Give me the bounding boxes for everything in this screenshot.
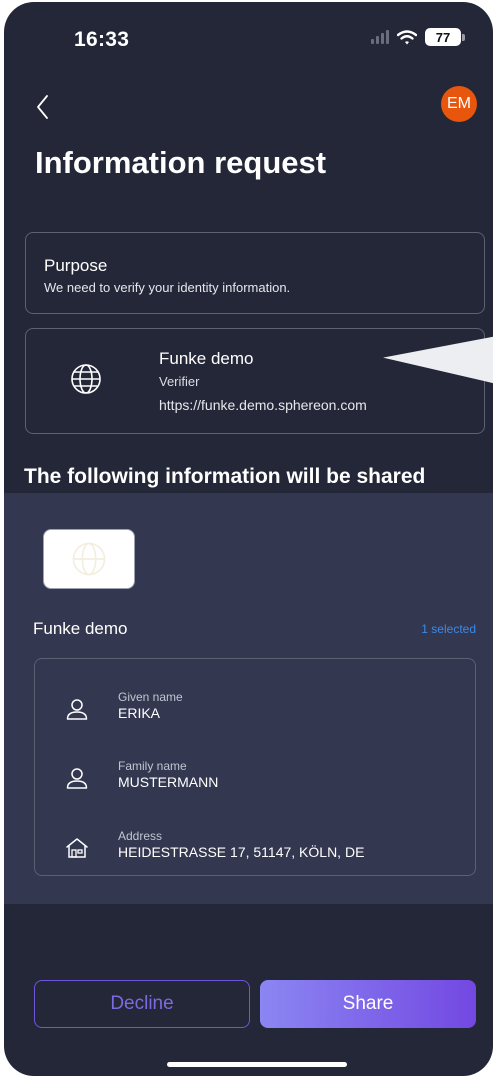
purpose-text: We need to verify your identity informat… xyxy=(44,280,291,295)
cellular-signal-icon xyxy=(371,30,389,44)
shared-panel: Funke demo 1 selected Given name ERIKA F… xyxy=(4,493,493,904)
purpose-card: Purpose We need to verify your identity … xyxy=(25,232,485,314)
verifier-card: Funke demo Verifier https://funke.demo.s… xyxy=(25,328,485,434)
verifier-name: Funke demo xyxy=(159,349,254,368)
claim-value: ERIKA xyxy=(118,705,161,721)
decline-button[interactable]: Decline xyxy=(34,980,250,1028)
claim-family-name[interactable]: Family name MUSTERMANN xyxy=(35,758,475,798)
status-bar: 16:33 77 xyxy=(4,2,493,78)
claim-label: Given name xyxy=(118,690,183,704)
globe-icon xyxy=(71,364,101,394)
page-title: Information request xyxy=(35,145,327,180)
avatar[interactable]: EM xyxy=(441,86,477,122)
credential-globe-icon xyxy=(72,542,106,576)
shared-heading: The following information will be shared xyxy=(24,465,426,488)
status-icons: 77 xyxy=(371,28,465,46)
credential-name: Funke demo xyxy=(33,619,128,638)
purpose-title: Purpose xyxy=(44,256,108,275)
credential-card[interactable] xyxy=(43,529,135,589)
claim-given-name[interactable]: Given name ERIKA xyxy=(35,689,475,729)
claim-address[interactable]: Address HEIDESTRASSE 17, 51147, KÖLN, DE xyxy=(35,828,475,868)
person-icon xyxy=(66,699,88,720)
selected-count[interactable]: 1 selected xyxy=(421,622,476,636)
claim-value: HEIDESTRASSE 17, 51147, KÖLN, DE xyxy=(118,844,365,860)
claim-label: Family name xyxy=(118,759,187,773)
verifier-url: https://funke.demo.sphereon.com xyxy=(159,397,367,413)
claim-label: Address xyxy=(118,829,163,843)
claim-value: MUSTERMANN xyxy=(118,774,219,790)
share-button[interactable]: Share xyxy=(260,980,476,1028)
wifi-icon xyxy=(397,29,417,44)
verifier-role: Verifier xyxy=(159,374,200,389)
person-icon xyxy=(66,768,88,789)
claims-list: Given name ERIKA Family name MUSTERMANN xyxy=(34,658,476,876)
status-time: 16:33 xyxy=(74,28,130,51)
battery-icon: 77 xyxy=(425,28,465,46)
battery-level: 77 xyxy=(425,28,461,46)
back-chevron-icon[interactable] xyxy=(32,94,56,120)
house-icon xyxy=(66,838,88,858)
phone-screen: 16:33 77 EM Information request Purpose … xyxy=(4,2,493,1076)
home-indicator[interactable] xyxy=(167,1062,347,1067)
